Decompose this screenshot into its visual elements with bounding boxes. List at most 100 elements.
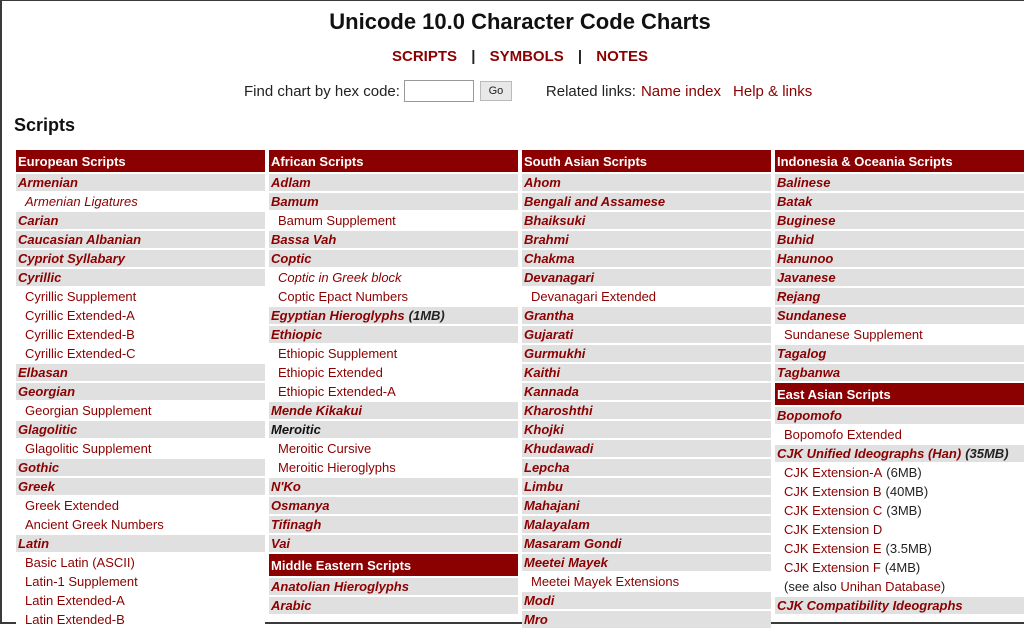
chart-link-ethiopic-supplement[interactable]: Ethiopic Supplement — [278, 346, 397, 361]
chart-link-latin-extended-a[interactable]: Latin Extended-A — [25, 593, 125, 608]
chart-link-egyptian-hieroglyphs[interactable]: Egyptian Hieroglyphs — [271, 308, 405, 323]
chart-link-armenian-ligatures[interactable]: Armenian Ligatures — [25, 194, 138, 209]
chart-link-coptic-epact-numbers[interactable]: Coptic Epact Numbers — [278, 289, 408, 304]
chart-link-limbu[interactable]: Limbu — [524, 479, 563, 494]
chart-link-mende-kikakui[interactable]: Mende Kikakui — [271, 403, 362, 418]
chart-link-tifinagh[interactable]: Tifinagh — [271, 517, 321, 532]
chart-link-meroitic-cursive[interactable]: Meroitic Cursive — [278, 441, 371, 456]
chart-link-devanagari[interactable]: Devanagari — [524, 270, 594, 285]
chart-link-kharoshthi[interactable]: Kharoshthi — [524, 403, 593, 418]
chart-link-coptic[interactable]: Coptic — [271, 251, 311, 266]
chart-link-greek[interactable]: Greek — [18, 479, 55, 494]
chart-link-buginese[interactable]: Buginese — [777, 213, 836, 228]
chart-link-ethiopic[interactable]: Ethiopic — [271, 327, 322, 342]
chart-link-tagbanwa[interactable]: Tagbanwa — [777, 365, 840, 380]
chart-link-cyrillic-extended-c[interactable]: Cyrillic Extended-C — [25, 346, 136, 361]
chart-link-bengali-and-assamese[interactable]: Bengali and Assamese — [524, 194, 665, 209]
chart-link-cjk-extension-c[interactable]: CJK Extension C — [784, 503, 882, 518]
chart-link-cjk-extension-a[interactable]: CJK Extension-A — [784, 465, 882, 480]
chart-link-chakma[interactable]: Chakma — [524, 251, 575, 266]
chart-link-brahmi[interactable]: Brahmi — [524, 232, 569, 247]
chart-link-devanagari-extended[interactable]: Devanagari Extended — [531, 289, 656, 304]
chart-link-bamum-supplement[interactable]: Bamum Supplement — [278, 213, 396, 228]
chart-link-latin[interactable]: Latin — [18, 536, 49, 551]
name-index-link[interactable]: Name index — [641, 83, 721, 100]
chart-link-gurmukhi[interactable]: Gurmukhi — [524, 346, 585, 361]
chart-link-bopomofo[interactable]: Bopomofo — [777, 408, 842, 423]
chart-link-georgian-supplement[interactable]: Georgian Supplement — [25, 403, 151, 418]
chart-link-ancient-greek-numbers[interactable]: Ancient Greek Numbers — [25, 517, 164, 532]
chart-list-item: Meroitic Cursive — [269, 440, 518, 457]
chart-link-javanese[interactable]: Javanese — [777, 270, 836, 285]
chart-link-mahajani[interactable]: Mahajani — [524, 498, 580, 513]
chart-link-gothic[interactable]: Gothic — [18, 460, 59, 475]
chart-link-latin-extended-b[interactable]: Latin Extended-B — [25, 612, 125, 627]
chart-link-sundanese[interactable]: Sundanese — [777, 308, 846, 323]
chart-link-rejang[interactable]: Rejang — [777, 289, 820, 304]
chart-link-n-ko[interactable]: N'Ko — [271, 479, 301, 494]
chart-link-ethiopic-extended-a[interactable]: Ethiopic Extended-A — [278, 384, 396, 399]
chart-link-cjk-extension-b[interactable]: CJK Extension B — [784, 484, 882, 499]
chart-link-cjk-extension-d[interactable]: CJK Extension D — [784, 522, 882, 537]
chart-link-modi[interactable]: Modi — [524, 593, 554, 608]
chart-link-cyrillic-supplement[interactable]: Cyrillic Supplement — [25, 289, 136, 304]
chart-link-balinese[interactable]: Balinese — [777, 175, 830, 190]
chart-link-bassa-vah[interactable]: Bassa Vah — [271, 232, 336, 247]
chart-link-greek-extended[interactable]: Greek Extended — [25, 498, 119, 513]
chart-link-adlam[interactable]: Adlam — [271, 175, 311, 190]
chart-link-cyrillic[interactable]: Cyrillic — [18, 270, 61, 285]
chart-link-cjk-extension-f[interactable]: CJK Extension F — [784, 560, 881, 575]
nav-symbols-link[interactable]: SYMBOLS — [490, 48, 564, 65]
chart-link-caucasian-albanian[interactable]: Caucasian Albanian — [18, 232, 141, 247]
chart-link-anatolian-hieroglyphs[interactable]: Anatolian Hieroglyphs — [271, 579, 409, 594]
chart-link-batak[interactable]: Batak — [777, 194, 812, 209]
chart-link-coptic-in-greek-block[interactable]: Coptic in Greek block — [278, 270, 402, 285]
nav-notes-link[interactable]: NOTES — [596, 48, 648, 65]
chart-link-sundanese-supplement[interactable]: Sundanese Supplement — [784, 327, 923, 342]
chart-link-cjk-unified-ideographs-han[interactable]: CJK Unified Ideographs (Han) — [777, 446, 961, 461]
chart-link-cyrillic-extended-a[interactable]: Cyrillic Extended-A — [25, 308, 135, 323]
chart-link-khudawadi[interactable]: Khudawadi — [524, 441, 593, 456]
chart-link-bhaiksuki[interactable]: Bhaiksuki — [524, 213, 585, 228]
chart-link-masaram-gondi[interactable]: Masaram Gondi — [524, 536, 622, 551]
chart-link-meroitic-hieroglyphs[interactable]: Meroitic Hieroglyphs — [278, 460, 396, 475]
chart-link-khojki[interactable]: Khojki — [524, 422, 564, 437]
chart-link-carian[interactable]: Carian — [18, 213, 58, 228]
chart-link-grantha[interactable]: Grantha — [524, 308, 574, 323]
chart-link-buhid[interactable]: Buhid — [777, 232, 814, 247]
chart-link-arabic[interactable]: Arabic — [271, 598, 311, 613]
chart-link-bamum[interactable]: Bamum — [271, 194, 319, 209]
chart-link-glagolitic[interactable]: Glagolitic — [18, 422, 77, 437]
chart-link-osmanya[interactable]: Osmanya — [271, 498, 330, 513]
chart-link-basic-latin-ascii[interactable]: Basic Latin (ASCII) — [25, 555, 135, 570]
chart-link-cypriot-syllabary[interactable]: Cypriot Syllabary — [18, 251, 125, 266]
chart-link-kaithi[interactable]: Kaithi — [524, 365, 560, 380]
chart-link-hanunoo[interactable]: Hanunoo — [777, 251, 833, 266]
chart-link-gujarati[interactable]: Gujarati — [524, 327, 573, 342]
chart-link-cyrillic-extended-b[interactable]: Cyrillic Extended-B — [25, 327, 135, 342]
chart-link-cjk-extension-e[interactable]: CJK Extension E — [784, 541, 882, 556]
chart-link-glagolitic-supplement[interactable]: Glagolitic Supplement — [25, 441, 151, 456]
chart-link-bopomofo-extended[interactable]: Bopomofo Extended — [784, 427, 902, 442]
nav-scripts-link[interactable]: SCRIPTS — [392, 48, 457, 65]
chart-link-ahom[interactable]: Ahom — [524, 175, 561, 190]
chart-link-meroitic[interactable]: Meroitic — [271, 422, 321, 437]
chart-link-georgian[interactable]: Georgian — [18, 384, 75, 399]
chart-link-cjk-compatibility-ideographs[interactable]: CJK Compatibility Ideographs — [777, 598, 963, 613]
chart-link-meetei-mayek[interactable]: Meetei Mayek — [524, 555, 608, 570]
chart-link-armenian[interactable]: Armenian — [18, 175, 78, 190]
chart-link-malayalam[interactable]: Malayalam — [524, 517, 590, 532]
chart-link-ethiopic-extended[interactable]: Ethiopic Extended — [278, 365, 383, 380]
chart-link-tagalog[interactable]: Tagalog — [777, 346, 826, 361]
hex-code-input[interactable] — [403, 80, 474, 102]
chart-link-vai[interactable]: Vai — [271, 536, 290, 551]
chart-link-kannada[interactable]: Kannada — [524, 384, 579, 399]
unihan-database-link[interactable]: Unihan Database — [840, 579, 940, 594]
chart-link-mro[interactable]: Mro — [524, 612, 548, 627]
help-links-link[interactable]: Help & links — [733, 83, 812, 100]
chart-link-latin-1-supplement[interactable]: Latin-1 Supplement — [25, 574, 138, 589]
chart-link-lepcha[interactable]: Lepcha — [524, 460, 570, 475]
chart-link-meetei-mayek-extensions[interactable]: Meetei Mayek Extensions — [531, 574, 679, 589]
chart-link-elbasan[interactable]: Elbasan — [18, 365, 68, 380]
go-button[interactable]: Go — [479, 81, 512, 101]
